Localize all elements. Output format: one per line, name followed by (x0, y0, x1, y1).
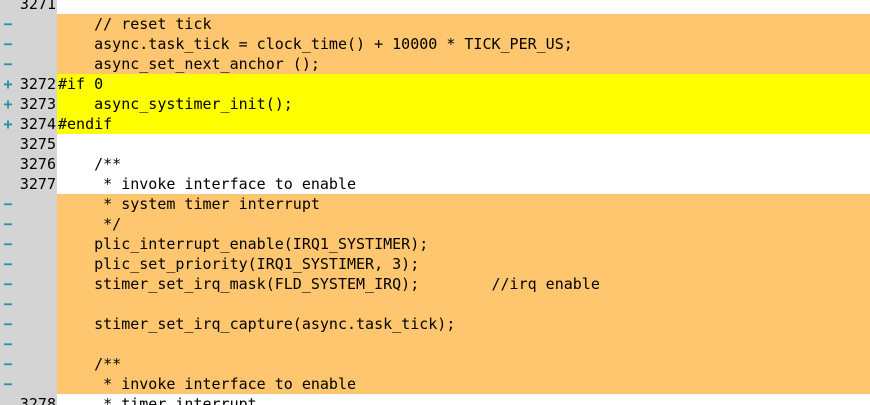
diff-line-removed: − // reset tick (0, 14, 870, 34)
code-text: async_set_next_anchor (); (57, 54, 870, 74)
diff-line-removed: − async_set_next_anchor (); (0, 54, 870, 74)
minus-icon: − (0, 314, 16, 334)
minus-icon: − (0, 14, 16, 34)
minus-icon: − (0, 254, 16, 274)
code-text: stimer_set_irq_mask(FLD_SYSTEM_IRQ); //i… (57, 274, 870, 294)
line-number (16, 14, 57, 34)
line-number (16, 374, 57, 394)
line-number: 3276 (16, 154, 57, 174)
gutter-marker (0, 394, 16, 405)
line-number (16, 254, 57, 274)
line-number: 3274 (16, 114, 57, 134)
diff-line-removed: − (0, 294, 870, 314)
line-number (16, 314, 57, 334)
diff-view: 3271− // reset tick − async.task_tick = c… (0, 0, 870, 405)
gutter-marker (0, 134, 16, 154)
code-text: #if 0 (57, 74, 870, 94)
code-text: * system timer interrupt (57, 194, 870, 214)
code-text: * invoke interface to enable (57, 374, 870, 394)
code-text: async_systimer_init(); (57, 94, 870, 114)
minus-icon: − (0, 294, 16, 314)
diff-line-removed: − /** (0, 354, 870, 374)
minus-icon: − (0, 274, 16, 294)
diff-line-removed: − * system timer interrupt (0, 194, 870, 214)
line-number: 3271 (16, 0, 57, 14)
code-text: /** (57, 154, 870, 174)
diff-line-context: 3277 * invoke interface to enable (0, 174, 870, 194)
line-number: 3278 (16, 394, 57, 405)
plus-icon: + (0, 114, 16, 134)
code-text: * invoke interface to enable (57, 174, 870, 194)
diff-lines: 3271− // reset tick − async.task_tick = c… (0, 0, 870, 405)
diff-line-removed: − */ (0, 214, 870, 234)
minus-icon: − (0, 334, 16, 354)
code-text (57, 0, 870, 14)
diff-line-removed: − stimer_set_irq_capture(async.task_tick… (0, 314, 870, 334)
diff-line-context: 3275 (0, 134, 870, 154)
line-number: 3272 (16, 74, 57, 94)
diff-line-removed: − async.task_tick = clock_time() + 10000… (0, 34, 870, 54)
code-text: #endif (57, 114, 870, 134)
line-number (16, 194, 57, 214)
diff-line-removed: − plic_interrupt_enable(IRQ1_SYSTIMER); (0, 234, 870, 254)
line-number: 3275 (16, 134, 57, 154)
gutter-marker (0, 154, 16, 174)
diff-line-removed: − (0, 334, 870, 354)
line-number (16, 214, 57, 234)
minus-icon: − (0, 34, 16, 54)
line-number (16, 234, 57, 254)
code-text: * timer interrupt (57, 394, 870, 405)
code-text: async.task_tick = clock_time() + 10000 *… (57, 34, 870, 54)
diff-line-context: 3271 (0, 0, 870, 14)
diff-line-removed: − stimer_set_irq_mask(FLD_SYSTEM_IRQ); /… (0, 274, 870, 294)
line-number (16, 354, 57, 374)
plus-icon: + (0, 74, 16, 94)
minus-icon: − (0, 214, 16, 234)
minus-icon: − (0, 354, 16, 374)
plus-icon: + (0, 94, 16, 114)
line-number (16, 294, 57, 314)
minus-icon: − (0, 54, 16, 74)
code-text (57, 294, 870, 314)
code-text: /** (57, 354, 870, 374)
code-text: plic_set_priority(IRQ1_SYSTIMER, 3); (57, 254, 870, 274)
line-number: 3273 (16, 94, 57, 114)
code-text: */ (57, 214, 870, 234)
line-number (16, 54, 57, 74)
gutter-marker (0, 0, 16, 14)
diff-line-removed: − * invoke interface to enable (0, 374, 870, 394)
code-text: stimer_set_irq_capture(async.task_tick); (57, 314, 870, 334)
code-text (57, 134, 870, 154)
line-number (16, 334, 57, 354)
code-text (57, 334, 870, 354)
minus-icon: − (0, 194, 16, 214)
diff-line-added: +3274 #endif (0, 114, 870, 134)
code-text: plic_interrupt_enable(IRQ1_SYSTIMER); (57, 234, 870, 254)
diff-line-context: 3278 * timer interrupt (0, 394, 870, 405)
diff-line-removed: − plic_set_priority(IRQ1_SYSTIMER, 3); (0, 254, 870, 274)
line-number (16, 274, 57, 294)
gutter-marker (0, 174, 16, 194)
line-number (16, 34, 57, 54)
diff-line-added: +3272 #if 0 (0, 74, 870, 94)
diff-line-added: +3273 async_systimer_init(); (0, 94, 870, 114)
code-text: // reset tick (57, 14, 870, 34)
minus-icon: − (0, 234, 16, 254)
diff-line-context: 3276 /** (0, 154, 870, 174)
minus-icon: − (0, 374, 16, 394)
line-number: 3277 (16, 174, 57, 194)
